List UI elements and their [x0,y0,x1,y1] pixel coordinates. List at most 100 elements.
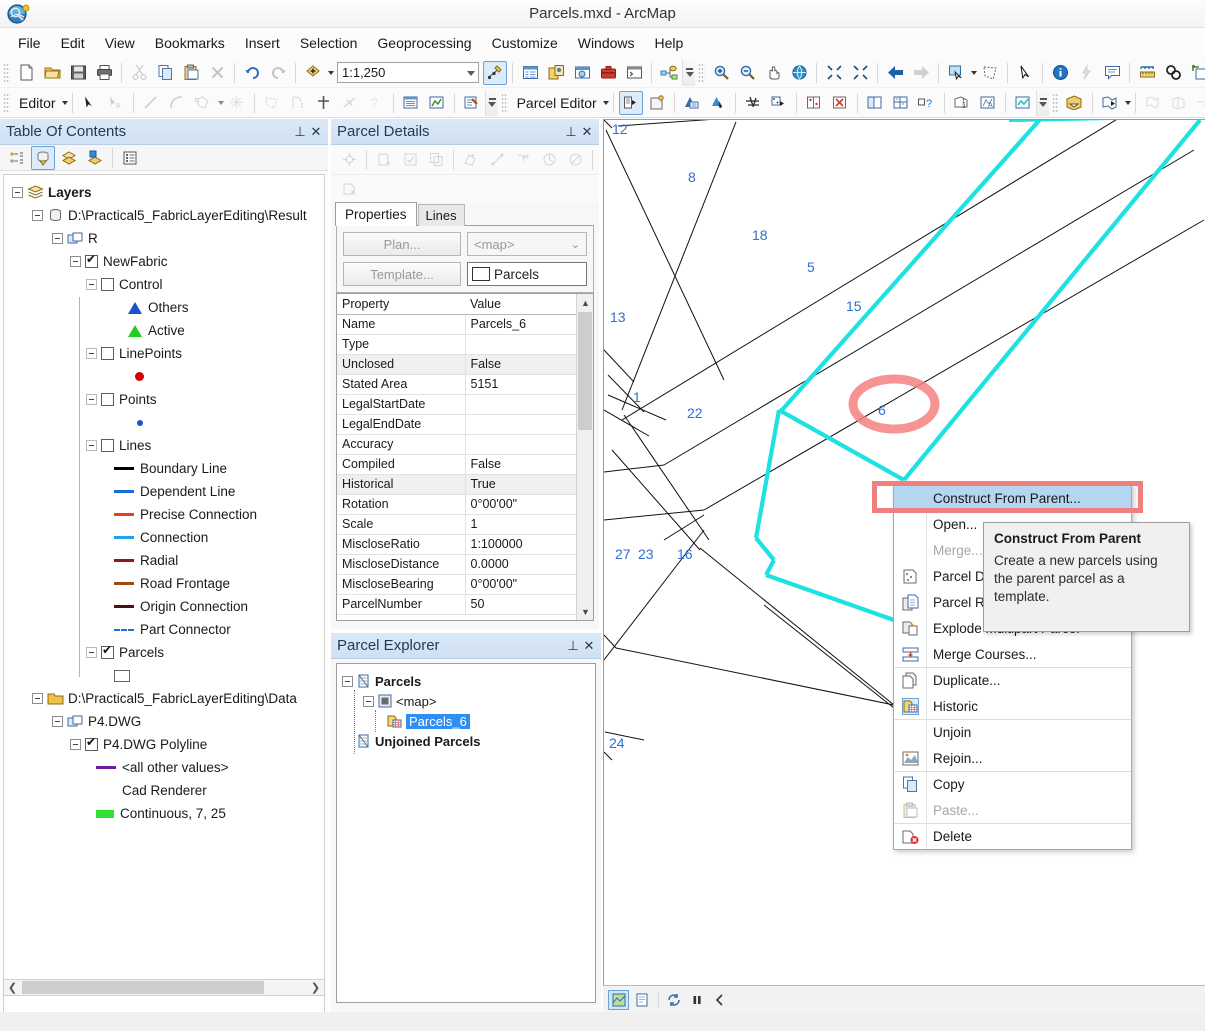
toc-symbol-dependent-line[interactable]: Dependent Line [4,480,324,503]
toc-item-data-folder[interactable]: D:\Practical5_FabricLayerEditing\Data [4,687,324,710]
select-by-polygon-icon[interactable] [978,61,1002,85]
traverse-icon[interactable]: 13 [950,91,974,115]
copy-parcel-icon[interactable] [424,148,448,172]
select-features-dropdown-icon[interactable] [971,70,977,75]
toc-symbol-others[interactable]: Others [4,296,324,319]
update-parcel-icon[interactable] [398,148,422,172]
sketch-properties-icon[interactable] [425,91,449,115]
chevron-down-icon[interactable] [467,71,475,76]
measure-icon[interactable] [1135,61,1159,85]
table-row[interactable]: MiscloseRatio 1:100000 [337,534,593,555]
table-row[interactable]: LegalStartDate [337,394,593,415]
expander-icon[interactable] [32,693,43,704]
template-value-box[interactable]: Parcels [467,262,587,286]
menu-selection[interactable]: Selection [290,31,368,55]
table-row[interactable]: MiscloseDistance 0.0000 [337,554,593,575]
toc-item-parcels[interactable]: Parcels [4,641,324,664]
menu-item-paste[interactable]: Paste... [894,797,1131,823]
menu-bookmarks[interactable]: Bookmarks [145,31,235,55]
layer-checkbox[interactable] [101,393,114,406]
toolbox-icon[interactable] [596,61,620,85]
toolbar-grip[interactable] [500,92,508,113]
parcel-explorer-item-parcels6[interactable]: Parcels_6 [342,711,595,731]
toc-tree[interactable]: Layers D:\Practical5_FabricLayerEditing\… [3,174,325,1031]
toc-symbol-connection[interactable]: Connection [4,526,324,549]
plan-button[interactable]: Plan... [343,232,461,256]
table-row[interactable]: Type [337,334,593,355]
editor-menu-label[interactable]: Editor [13,95,60,111]
toolbar-grip[interactable] [698,62,705,83]
parcel-details-icon[interactable] [680,91,704,115]
parcel-explorer-item-parcels[interactable]: Parcels [342,671,595,691]
list-by-source-icon[interactable] [31,145,55,170]
toc-symbol-road-frontage[interactable]: Road Frontage [4,572,324,595]
menu-customize[interactable]: Customize [482,31,568,55]
scroll-right-icon[interactable]: ❯ [307,981,324,994]
parcel-division-icon[interactable] [889,91,913,115]
expander-icon[interactable] [32,210,43,221]
menu-item-merge-courses[interactable]: Merge Courses... [894,641,1131,667]
scroll-down-icon[interactable]: ▼ [577,603,593,620]
new-parcel-icon[interactable] [645,91,669,115]
toc-symbol-all-other-values[interactable]: <all other values> [4,756,324,779]
collapse-panel-icon[interactable] [709,990,730,1010]
layer-checkbox[interactable] [85,252,98,268]
expander-icon[interactable] [52,716,63,727]
menu-help[interactable]: Help [645,31,694,55]
map-topology-icon[interactable] [1098,91,1122,115]
pin-icon[interactable]: ⊥ [563,124,579,140]
table-row[interactable]: Scale 1 [337,514,593,535]
expander-icon[interactable] [86,279,97,290]
layer-checkbox[interactable] [101,439,114,452]
toc-item-result-gdb[interactable]: D:\Practical5_FabricLayerEditing\Result [4,204,324,227]
split-icon[interactable] [312,91,336,115]
edit-annotation-icon[interactable]: A [104,91,128,115]
new-document-icon[interactable] [14,61,38,85]
menu-item-construct-from-parent[interactable]: Construct From Parent... [894,485,1131,511]
map-scale-combo[interactable]: 1:1,250 [337,62,479,83]
expander-icon[interactable] [52,233,63,244]
scroll-left-icon[interactable]: ❮ [4,981,21,994]
select-elements-icon[interactable] [1013,61,1037,85]
delete-icon[interactable] [205,61,229,85]
pin-icon[interactable]: ⊥ [292,124,308,140]
table-row[interactable]: MiscloseBearing 0°00'00" [337,574,593,595]
menu-file[interactable]: File [8,31,51,55]
parcel-curve-icon[interactable] [511,148,535,172]
menu-edit[interactable]: Edit [51,31,95,55]
toolbar-overflow-button[interactable] [484,89,498,116]
menu-insert[interactable]: Insert [235,31,290,55]
toc-item-points[interactable]: Points [4,388,324,411]
search-window-icon[interactable] [570,61,594,85]
toc-item-lines[interactable]: Lines [4,434,324,457]
cut-icon[interactable] [127,61,151,85]
data-view-icon[interactable] [608,989,629,1010]
tab-lines[interactable]: Lines [417,204,465,226]
new-parcel-icon[interactable] [372,148,396,172]
parcel-construction-icon[interactable] [767,91,791,115]
menu-item-rejoin[interactable]: Rejoin... [894,745,1131,771]
toc-symbol-linepoint[interactable] [4,365,324,388]
add-data-dropdown-icon[interactable] [328,70,334,75]
fixed-zoom-out-icon[interactable] [848,61,872,85]
toc-item-p4dwg[interactable]: P4.DWG [4,710,324,733]
parcel-editor-dropdown-icon[interactable] [602,100,609,105]
pause-drawing-icon[interactable] [686,990,707,1010]
topology-icon[interactable] [1063,91,1087,115]
parcel-pie-icon[interactable] [537,148,561,172]
toc-item-r-dataset[interactable]: R [4,227,324,250]
zoom-in-icon[interactable] [709,61,733,85]
join-parcel-icon[interactable] [802,91,826,115]
pan-icon[interactable] [761,61,785,85]
parcel-explorer-tree[interactable]: Parcels <map> Parcels_6 Unjoined Parcels [336,663,596,1003]
back-extent-icon[interactable] [883,61,907,85]
edit-tool-icon[interactable] [78,91,102,115]
validate-topology-icon[interactable] [1141,91,1165,115]
toc-symbol-continuous[interactable]: Continuous, 7, 25 [4,802,324,825]
list-by-selection-icon[interactable] [83,146,107,170]
redo-icon[interactable] [266,61,290,85]
table-row[interactable]: Stated Area 5151 [337,374,593,395]
attributes-icon[interactable] [399,91,423,115]
close-icon[interactable]: ✕ [581,638,597,654]
menu-item-duplicate[interactable]: Duplicate... [894,667,1131,693]
